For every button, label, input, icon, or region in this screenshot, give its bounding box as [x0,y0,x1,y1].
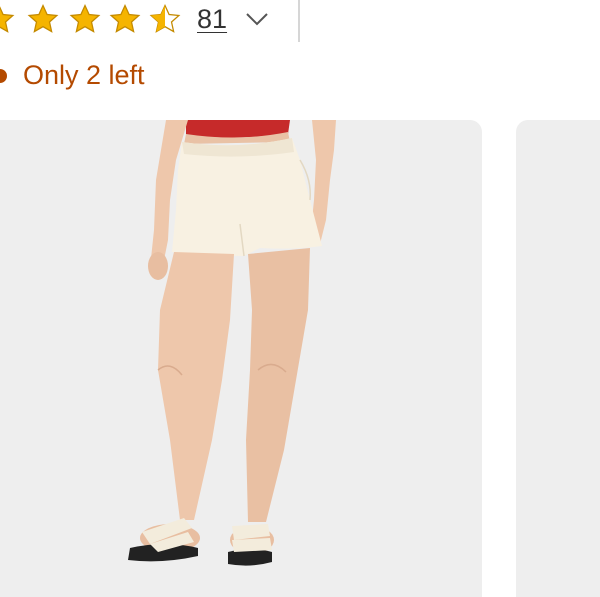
star-half-icon [148,2,182,36]
rating-row[interactable]: 81 [0,0,600,44]
review-count-link[interactable]: 81 [197,4,227,35]
product-image-card-next[interactable] [516,120,600,597]
star-icon [108,2,142,36]
star-icon [0,2,16,36]
product-image [128,120,336,566]
star-icon [26,2,60,36]
chevron-down-icon[interactable] [244,8,270,30]
stock-label: Only 2 left [23,60,145,90]
product-image-card[interactable] [0,120,482,597]
star-icon [68,2,102,36]
divider [298,0,300,42]
dot-icon [0,69,7,83]
